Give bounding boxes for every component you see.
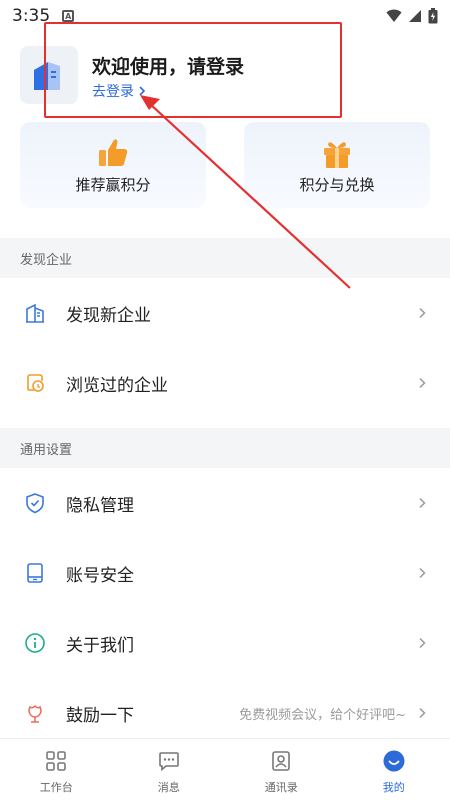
chevron-right-icon bbox=[419, 307, 426, 319]
card-points-exchange[interactable]: 积分与兑换 bbox=[244, 122, 430, 208]
card-recommend-points[interactable]: 推荐赢积分 bbox=[20, 122, 206, 208]
chevron-right-icon bbox=[139, 86, 146, 96]
status-indicators bbox=[386, 8, 438, 24]
history-building-icon bbox=[27, 374, 44, 392]
quick-cards: 推荐赢积分 积分与兑换 bbox=[20, 122, 430, 208]
chevron-right-icon bbox=[419, 377, 426, 389]
login-link[interactable]: 去登录 bbox=[92, 81, 146, 101]
thumbs-up-icon bbox=[99, 139, 128, 166]
login-link-label: 去登录 bbox=[92, 84, 134, 100]
menu-label: 发现新企业 bbox=[66, 305, 151, 326]
signal-icon bbox=[409, 10, 421, 22]
welcome-title: 欢迎使用，请登录 bbox=[92, 56, 245, 78]
menu-item-discover-new[interactable]: 发现新企业 bbox=[0, 278, 450, 348]
chevron-right-icon bbox=[419, 567, 426, 579]
section-header-settings: 通用设置 bbox=[0, 428, 450, 468]
shield-check-icon bbox=[26, 493, 44, 514]
flower-icon bbox=[28, 704, 42, 723]
card-label: 推荐赢积分 bbox=[75, 176, 151, 194]
menu-item-privacy[interactable]: 隐私管理 bbox=[0, 468, 450, 538]
tab-contacts[interactable]: 通讯录 bbox=[225, 739, 338, 800]
status-time: 3:35 bbox=[12, 6, 51, 26]
message-icon bbox=[158, 752, 179, 772]
notification-icon: A bbox=[62, 10, 75, 22]
building-outline-icon bbox=[26, 303, 44, 323]
section-header-discover: 发现企业 bbox=[0, 238, 450, 278]
contacts-icon bbox=[272, 751, 291, 771]
building-avatar-icon bbox=[34, 62, 60, 90]
profile-header: 欢迎使用，请登录 去登录 bbox=[20, 46, 430, 110]
chevron-right-icon bbox=[419, 707, 426, 719]
menu-item-browsed[interactable]: 浏览过的企业 bbox=[0, 348, 450, 418]
chevron-right-icon bbox=[419, 497, 426, 509]
tab-label: 我的 bbox=[382, 781, 405, 794]
tab-label: 工作台 bbox=[39, 781, 73, 794]
menu-item-about[interactable]: 关于我们 bbox=[0, 608, 450, 678]
tab-messages[interactable]: 消息 bbox=[113, 739, 226, 800]
wifi-icon bbox=[386, 9, 402, 22]
status-bar: 3:35 A bbox=[0, 0, 450, 32]
menu-label: 浏览过的企业 bbox=[66, 375, 168, 396]
menu-item-account-security[interactable]: 账号安全 bbox=[0, 538, 450, 608]
tab-workbench[interactable]: 工作台 bbox=[0, 739, 113, 800]
menu-sublabel: 免费视频会议，给个好评吧~ bbox=[239, 707, 406, 723]
battery-icon bbox=[428, 8, 438, 24]
info-circle-icon bbox=[25, 633, 45, 653]
tab-mine[interactable]: 我的 bbox=[338, 739, 450, 800]
tab-label: 通讯录 bbox=[264, 781, 298, 794]
gift-icon bbox=[324, 142, 350, 168]
avatar[interactable] bbox=[20, 46, 78, 104]
phone-device-icon bbox=[27, 563, 43, 583]
bottom-tab-bar: 工作台 消息 通讯录 我的 bbox=[0, 738, 450, 800]
chevron-right-icon bbox=[419, 637, 426, 649]
grid-icon bbox=[46, 751, 67, 771]
menu-label: 鼓励一下 bbox=[66, 705, 134, 726]
menu-label: 账号安全 bbox=[66, 565, 134, 586]
menu-label: 关于我们 bbox=[66, 635, 134, 656]
profile-face-icon bbox=[383, 750, 405, 772]
menu-label: 隐私管理 bbox=[66, 495, 134, 516]
tab-label: 消息 bbox=[157, 781, 180, 794]
card-label: 积分与兑换 bbox=[299, 176, 375, 194]
